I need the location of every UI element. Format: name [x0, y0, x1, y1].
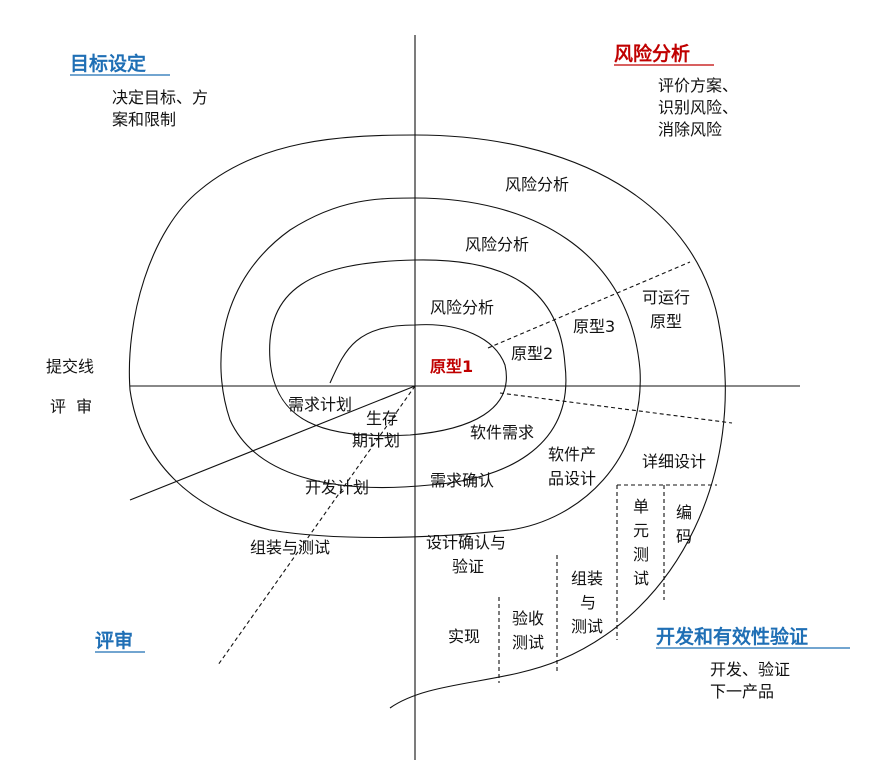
design-divider [499, 392, 733, 424]
integration-test-line2: 与 [580, 593, 596, 612]
lifecycle-plan-line1: 生存 [366, 409, 398, 428]
risk-analysis-label-middle: 风险分析 [465, 235, 529, 254]
review-axis-label: 评 审 [50, 397, 92, 416]
risk-desc-line3: 消除风险 [658, 120, 722, 139]
requirements-plan-label: 需求计划 [288, 395, 352, 414]
design-validation-line1: 设计确认与 [426, 533, 506, 552]
quadrant-title-objectives: 目标设定 [70, 52, 146, 75]
software-requirements-label: 软件需求 [470, 423, 534, 442]
quadrant-title-risk: 风险分析 [614, 42, 690, 65]
development-plan-label: 开发计划 [305, 478, 369, 497]
product-design-line1: 软件产 [548, 445, 596, 464]
integration-plan-label: 组装与测试 [250, 538, 330, 557]
objectives-desc-line2: 案和限制 [112, 110, 176, 129]
development-desc-line2: 下一产品 [710, 682, 774, 701]
unit-test-char2: 元 [633, 521, 649, 540]
risk-analysis-label-outer: 风险分析 [505, 175, 569, 194]
spiral-curve [128, 134, 726, 709]
operational-prototype-line2: 原型 [650, 312, 682, 331]
unit-test-char1: 单 [633, 497, 649, 516]
objectives-desc-line1: 决定目标、方 [112, 88, 208, 107]
integration-test-line3: 测试 [571, 617, 603, 636]
prototype-3-label: 原型3 [573, 317, 615, 336]
commit-line-label: 提交线 [46, 357, 94, 376]
risk-desc-line1: 评价方案、 [658, 76, 738, 95]
quadrant-title-development: 开发和有效性验证 [656, 625, 808, 648]
prototype-1-label: 原型1 [430, 357, 473, 376]
unit-test-char4: 试 [633, 569, 649, 588]
lifecycle-plan-line2: 期计划 [352, 431, 400, 450]
prototype-2-label: 原型2 [511, 344, 553, 363]
acceptance-test-line1: 验收 [512, 609, 544, 628]
detailed-design-label: 详细设计 [642, 452, 706, 471]
quadrant-title-review: 评审 [95, 629, 133, 652]
operational-prototype-line1: 可运行 [642, 288, 690, 307]
acceptance-test-line2: 测试 [512, 633, 544, 652]
diagram-canvas: 目标设定 决定目标、方 案和限制 风险分析 评价方案、 识别风险、 消除风险 评… [46, 35, 850, 760]
integration-test-line1: 组装 [571, 569, 603, 588]
requirements-validation-label: 需求确认 [430, 471, 494, 490]
risk-analysis-label-inner: 风险分析 [430, 298, 494, 317]
coding-char2: 码 [676, 527, 692, 546]
development-desc-line1: 开发、验证 [710, 660, 790, 679]
spiral-model-diagram: 目标设定 决定目标、方 案和限制 风险分析 评价方案、 识别风险、 消除风险 评… [0, 0, 869, 773]
product-design-line2: 品设计 [548, 469, 596, 488]
risk-desc-line2: 识别风险、 [658, 98, 738, 117]
design-validation-line2: 验证 [452, 557, 484, 576]
coding-char1: 编 [676, 503, 692, 522]
unit-test-char3: 测 [633, 545, 649, 564]
implementation-label: 实现 [448, 627, 480, 646]
